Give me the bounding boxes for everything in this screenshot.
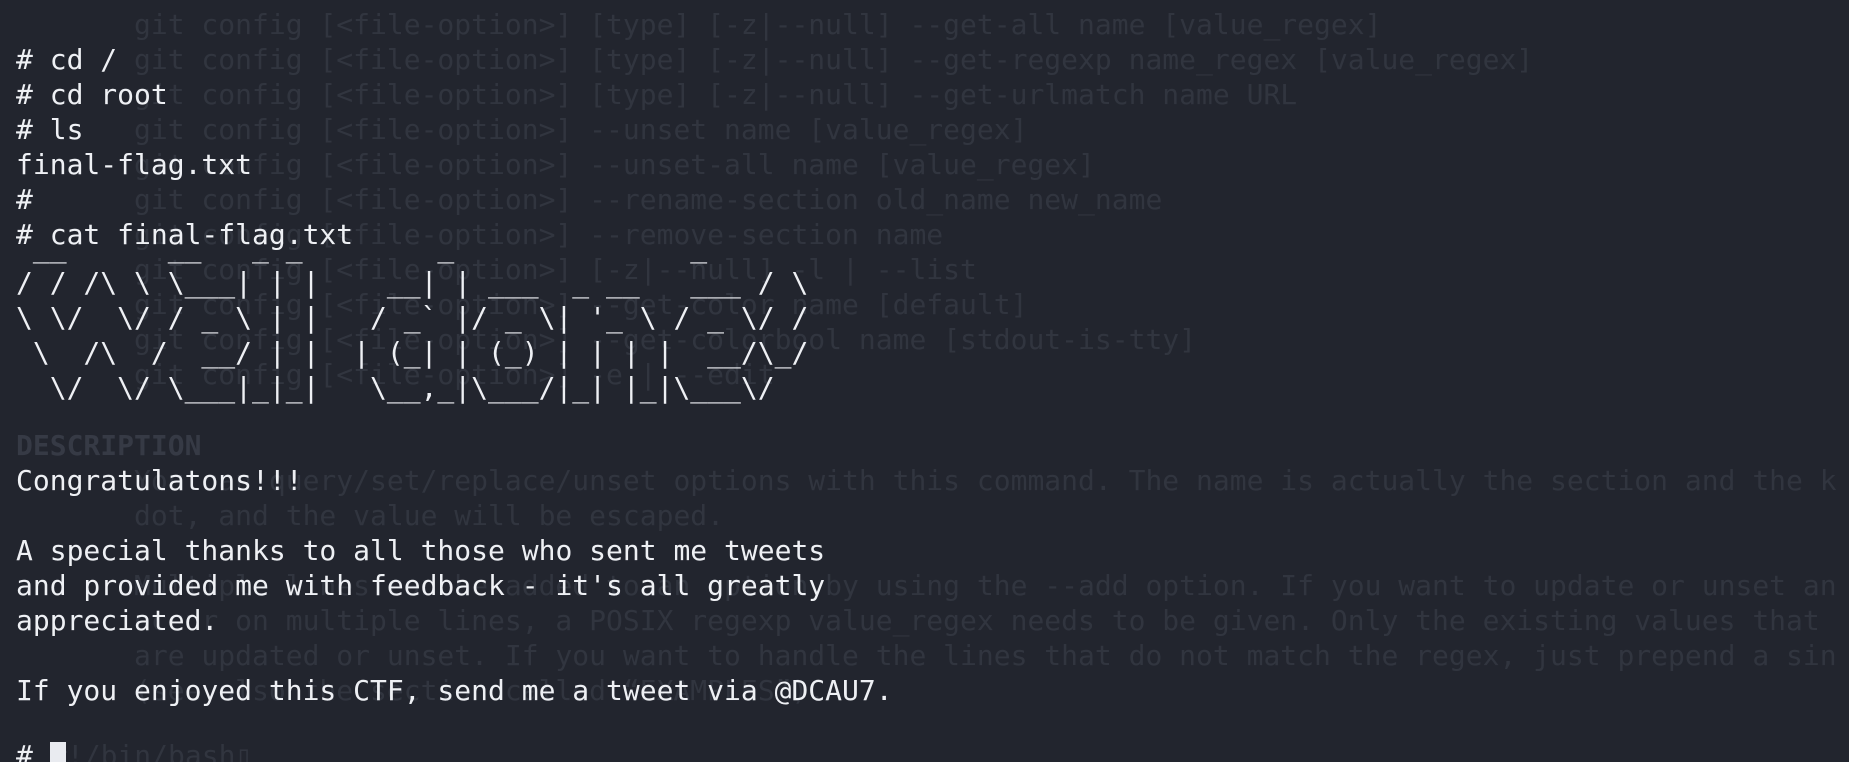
terminal-window[interactable]: git config [<file-option>] [type] [-z|--… [0, 0, 1849, 762]
output-line: final-flag.txt [16, 148, 253, 181]
command-line: # ls [16, 113, 84, 146]
command-line: # cd root [16, 78, 168, 111]
thanks-line: A special thanks to all those who sent m… [16, 534, 826, 567]
congrats-message: Congratulatons!!! [16, 464, 303, 497]
command-line: # cd / [16, 43, 118, 76]
terminal-cursor[interactable] [50, 742, 66, 762]
command-line: # [16, 183, 33, 216]
thanks-line: appreciated. [16, 604, 219, 637]
thanks-line: and provided me with feedback - it's all… [16, 569, 826, 602]
ascii-art-banner: __ __ _ _ _ _ / / /\ \ \___| | | __| | _… [16, 231, 809, 404]
tweet-message: If you enjoyed this CTF, send me a tweet… [16, 674, 893, 707]
shell-prompt[interactable]: # [16, 738, 33, 762]
terminal-output: # cd / # cd root # ls final-flag.txt # #… [0, 0, 1849, 762]
